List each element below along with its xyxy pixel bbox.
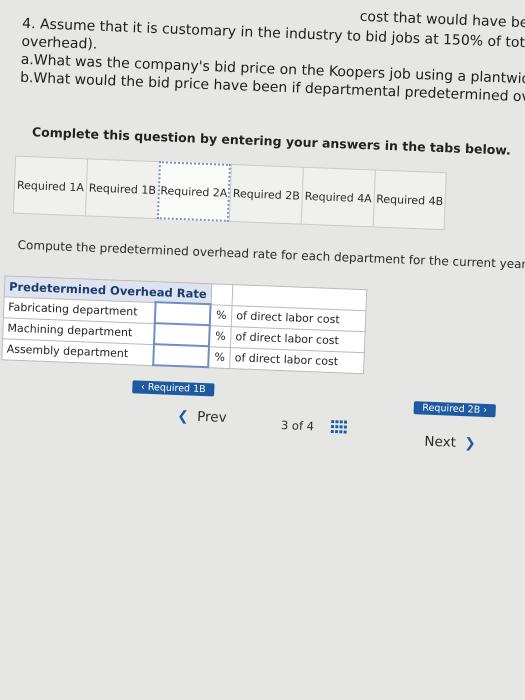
row-label-assembly: Assembly department [1, 338, 155, 366]
chevron-right-icon: › [480, 404, 488, 416]
tab-required-4b[interactable]: Required 4B [372, 169, 447, 231]
page-of: of [291, 418, 304, 433]
assembly-rate-input-cell [153, 344, 210, 368]
previous-tab-label: Required 1B [147, 381, 206, 396]
overhead-rate-table: Predetermined Overhead Rate Fabricating … [1, 275, 368, 375]
percent-sign: % [209, 325, 232, 348]
tab-instruction: Compute the predetermined overhead rate … [17, 237, 525, 272]
chevron-left-icon: ❮ [176, 408, 198, 425]
screenshot-stage: cost that would have been applied 4. Ass… [0, 0, 525, 700]
next-button[interactable]: Next ❯ [424, 434, 476, 452]
required-tabs: Required 1A Required 1B Required 2A Requ… [12, 155, 447, 231]
fabricating-rate-input-cell [155, 302, 211, 326]
prev-button[interactable]: ❮ Prev [177, 408, 227, 426]
tab-required-4a[interactable]: Required 4A [300, 166, 375, 228]
percent-sign: % [208, 346, 231, 369]
tab-required-1a[interactable]: Required 1A [12, 155, 88, 217]
page-total: 4 [306, 419, 315, 434]
complete-instructions: Complete this question by entering your … [31, 124, 512, 158]
next-label: Next [424, 433, 457, 451]
question-line-2: overhead). [21, 33, 98, 53]
tab-required-2a[interactable]: Required 2A [156, 161, 231, 222]
chevron-right-icon: ❯ [455, 434, 477, 452]
next-tab-label: Required 2B [422, 402, 481, 416]
tab-required-1b[interactable]: Required 1B [84, 158, 160, 220]
question-sheet: cost that would have been applied 4. Ass… [0, 2, 525, 700]
next-tab-button[interactable]: Required 2B › [413, 401, 496, 418]
machining-rate-input-cell [154, 323, 210, 347]
tab-required-2b[interactable]: Required 2B [228, 163, 303, 225]
grid-icon[interactable] [330, 419, 348, 434]
previous-tab-button[interactable]: ‹ Required 1B [132, 380, 215, 397]
fabricating-rate-input[interactable] [156, 303, 210, 324]
row-unit: of direct labor cost [229, 347, 365, 374]
machining-rate-input[interactable] [155, 324, 209, 345]
page-current: 3 [280, 418, 289, 433]
prev-label: Prev [196, 408, 227, 426]
assembly-rate-input[interactable] [154, 345, 209, 366]
percent-sign: % [209, 304, 233, 327]
page-indicator: 3 of 4 [281, 418, 315, 433]
table-header-blank [210, 283, 234, 306]
